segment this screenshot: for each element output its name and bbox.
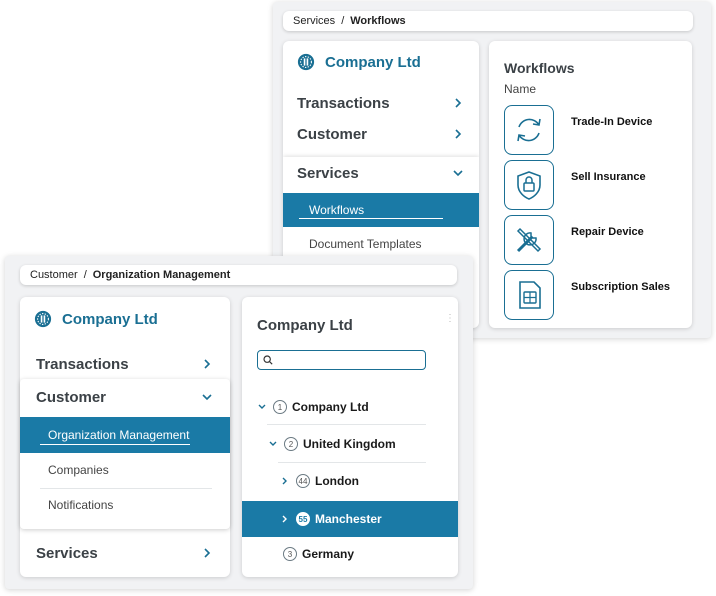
workflow-label[interactable]: Subscription Sales: [571, 281, 670, 293]
breadcrumb-parent[interactable]: Customer: [30, 269, 78, 281]
breadcrumb-separator: /: [341, 15, 345, 27]
organization-window: Customer / Organization Management Compa…: [5, 256, 473, 589]
shield-lock-icon: [517, 171, 541, 200]
workflows-panel: Workflows Name Trade-In Device Sell Insu…: [489, 41, 692, 328]
sub-item-organization-management[interactable]: Organization Management: [20, 417, 230, 453]
chevron-down-icon: [453, 170, 463, 177]
node-label: Company Ltd: [292, 400, 369, 414]
node-count-badge: 44: [296, 474, 310, 488]
nav-item-customer[interactable]: Customer: [20, 387, 230, 407]
breadcrumb: Services / Workflows: [283, 11, 693, 31]
brand: Company Ltd: [297, 53, 421, 71]
nav-item-customer[interactable]: Customer: [283, 124, 479, 144]
workflow-label[interactable]: Trade-In Device: [571, 116, 652, 128]
sub-item-label: Organization Management: [48, 428, 190, 442]
nav-item-label: Services: [36, 544, 98, 562]
brand-name: Company Ltd: [325, 53, 421, 71]
company-logo-icon: [297, 53, 315, 71]
workflow-sell-insurance-button[interactable]: [504, 160, 554, 210]
breadcrumb-current: Workflows: [350, 15, 406, 27]
refresh-icon: [517, 118, 541, 142]
node-count-badge: 3: [283, 547, 297, 561]
chevron-right-icon[interactable]: [280, 476, 290, 486]
workflow-trade-in-button[interactable]: [504, 105, 554, 155]
tools-icon: [516, 227, 542, 253]
node-label: Manchester: [315, 512, 382, 526]
nav-item-services[interactable]: Services: [283, 163, 479, 183]
active-underline: [299, 218, 443, 219]
tree-search-input[interactable]: [257, 350, 426, 370]
sub-item-divider: [40, 488, 212, 489]
breadcrumb-current: Organization Management: [92, 269, 231, 281]
chevron-right-icon: [455, 98, 462, 108]
chevron-down-icon[interactable]: [257, 402, 267, 412]
chevron-right-icon[interactable]: [280, 514, 290, 524]
nav-group-customer: Customer Organization Management Compani…: [20, 379, 230, 529]
brand: Company Ltd: [34, 310, 158, 328]
nav-item-transactions[interactable]: Transactions: [283, 93, 479, 113]
workflow-label[interactable]: Repair Device: [571, 226, 644, 238]
nav-item-services[interactable]: Services: [20, 543, 230, 563]
sub-item-notifications[interactable]: Notifications: [20, 490, 230, 520]
column-header-name: Name: [504, 82, 537, 96]
panel-title: Company Ltd: [257, 317, 353, 334]
chevron-right-icon: [204, 548, 211, 558]
sub-item-label: Document Templates: [309, 237, 422, 251]
nav-item-label: Services: [297, 164, 359, 182]
node-label: London: [315, 474, 359, 488]
sub-item-label: Notifications: [48, 498, 114, 512]
node-label: United Kingdom: [303, 437, 396, 451]
tree-node-manchester[interactable]: 55 Manchester: [280, 511, 382, 527]
breadcrumb: Customer / Organization Management: [20, 265, 457, 285]
node-label: Germany: [302, 547, 355, 561]
chevron-right-icon: [204, 359, 211, 369]
active-underline: [40, 444, 190, 445]
workflow-subscription-sales-button[interactable]: [504, 270, 554, 320]
chevron-down-icon[interactable]: [268, 439, 278, 449]
brand-name: Company Ltd: [62, 310, 158, 328]
nav-item-label: Customer: [36, 388, 107, 406]
sub-item-companies[interactable]: Companies: [20, 455, 230, 485]
chevron-down-icon: [202, 394, 212, 401]
breadcrumb-parent[interactable]: Services: [293, 15, 335, 27]
tree-node-company[interactable]: 1 Company Ltd: [257, 399, 369, 415]
nav-item-label: Transactions: [297, 94, 390, 112]
nav-item-label: Transactions: [36, 355, 129, 373]
node-count-badge: 1: [273, 400, 287, 414]
sidebar: Company Ltd Transactions Customer Organi…: [20, 297, 230, 577]
sim-card-icon: [519, 281, 541, 309]
more-options-icon[interactable]: ⋮: [445, 314, 455, 329]
workflow-label[interactable]: Sell Insurance: [571, 171, 646, 183]
tree-divider: [278, 462, 426, 463]
node-count-badge: 55: [296, 512, 310, 526]
company-logo-icon: [34, 310, 52, 328]
tree-divider: [267, 424, 426, 425]
tree-node-germany[interactable]: 3 Germany: [283, 546, 354, 562]
chevron-right-icon: [455, 129, 462, 139]
search-icon: [263, 355, 273, 365]
tree-node-united-kingdom[interactable]: 2 United Kingdom: [268, 436, 396, 452]
sub-item-label: Workflows: [309, 203, 365, 217]
panel-title: Workflows: [504, 60, 575, 76]
nav-item-label: Customer: [297, 125, 368, 143]
sub-item-label: Companies: [48, 463, 109, 477]
sub-item-document-templates[interactable]: Document Templates: [283, 229, 479, 259]
workflow-repair-device-button[interactable]: [504, 215, 554, 265]
organization-tree-panel: Company Ltd ⋮ 1 Company Ltd 2 United Kin…: [242, 297, 458, 577]
breadcrumb-separator: /: [83, 269, 87, 281]
nav-item-transactions[interactable]: Transactions: [20, 354, 230, 374]
node-count-badge: 2: [284, 437, 298, 451]
sub-item-workflows[interactable]: Workflows: [283, 193, 479, 227]
tree-node-london[interactable]: 44 London: [280, 473, 359, 489]
